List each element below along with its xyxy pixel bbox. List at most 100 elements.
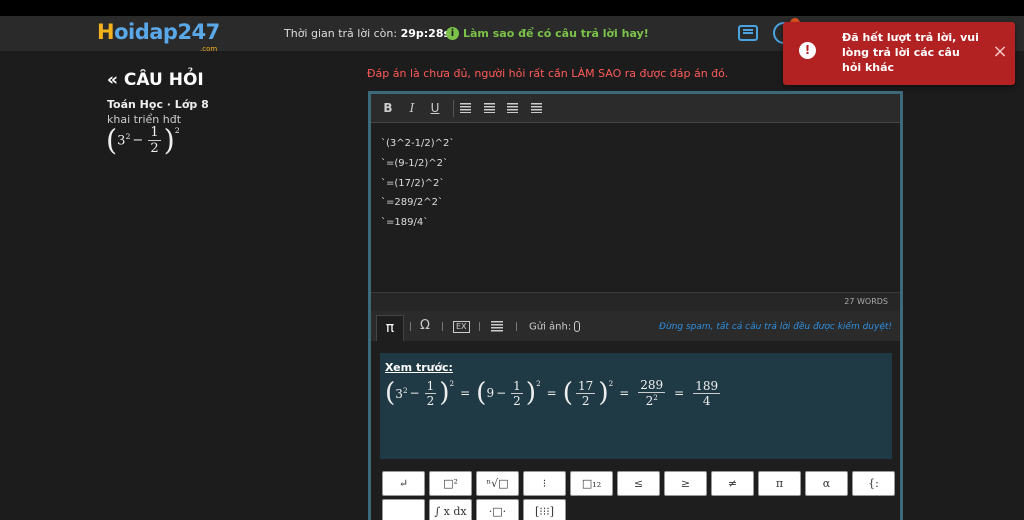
t2-outer-exp: 2	[536, 379, 541, 388]
align-left-button[interactable]	[457, 100, 473, 116]
matrix-key[interactable]: [⁝⁝⁝]	[523, 499, 566, 520]
dot-key[interactable]: ·□·	[476, 499, 519, 520]
align-center-button[interactable]	[481, 100, 497, 116]
equals-sign: =	[546, 386, 557, 400]
system-key[interactable]: {:	[852, 471, 895, 496]
info-icon: i	[446, 27, 459, 40]
send-image-button[interactable]: Gửi ảnh:	[529, 321, 581, 333]
close-icon[interactable]: ×	[992, 43, 1008, 61]
bold-button[interactable]: B	[380, 100, 396, 116]
pi-tab[interactable]: π	[376, 315, 404, 341]
browser-top-strip	[0, 0, 1024, 16]
toolbar-divider	[453, 100, 454, 117]
toolbar-divider	[410, 322, 411, 331]
editor-line: `=189/4`	[381, 217, 429, 229]
math-base: 32	[117, 132, 131, 149]
pi-key[interactable]: π	[758, 471, 801, 496]
not-equal-key[interactable]: ≠	[711, 471, 754, 496]
math-key[interactable]	[382, 499, 425, 520]
editor-content[interactable]: `(3^2-1/2)^2` `=(9-1/2)^2` `=(17/2)^2` `…	[381, 134, 454, 233]
editor-line: `(3^2-1/2)^2`	[381, 138, 455, 149]
less-equal-key[interactable]: ≤	[617, 471, 660, 496]
math-fraction: 12	[148, 125, 161, 156]
format-icon[interactable]	[491, 321, 503, 332]
question-subject: Toán Học · Lớp 8	[107, 98, 209, 111]
align-center-icon	[483, 103, 495, 113]
math-keys-row-2: ∫ x dx ·□· [⁝⁝⁝]	[382, 499, 566, 520]
t3-outer-exp: 2	[608, 379, 614, 388]
t2-fraction: 12	[511, 378, 523, 408]
toolbar-divider	[479, 322, 480, 331]
align-left-icon	[459, 103, 471, 113]
t5-fraction: 189 4	[693, 378, 721, 408]
omega-icon[interactable]: Ω	[420, 319, 430, 333]
subscript-key[interactable]: □₁₂	[570, 471, 613, 496]
send-image-label: Gửi ảnh:	[529, 321, 572, 333]
integral-key[interactable]: ∫ x dx	[429, 499, 472, 520]
t1-fraction: 12	[424, 378, 437, 408]
paperclip-icon	[574, 321, 581, 332]
answer-timer: Thời gian trả lời còn: 29p:28s	[284, 27, 450, 40]
preview-box: Xem trước: ( 32 − 12 ) 2 = ( 9 − 12 ) 2 …	[380, 353, 892, 459]
t1-base: 32	[395, 385, 408, 401]
greater-equal-key[interactable]: ≥	[664, 471, 707, 496]
example-icon[interactable]: EX	[453, 321, 470, 333]
toast-message: Đã hết lượt trả lời, vui lòng trả lời cá…	[842, 31, 979, 74]
timer-label: Thời gian trả lời còn:	[284, 27, 398, 40]
editor-toolbar: B I U	[371, 94, 900, 123]
math-paren-open: (	[106, 123, 118, 158]
logo-h: H	[97, 20, 115, 44]
math-keys-row-1: ↵ □² ⁿ√□ ⁝ □₁₂ ≤ ≥ ≠ π α {:	[382, 471, 895, 496]
alpha-key[interactable]: α	[805, 471, 848, 496]
paren: (	[476, 376, 487, 408]
howto-text: Làm sao để có câu trả lời hay!	[463, 27, 649, 40]
page-title[interactable]: « CÂU HỎI	[107, 70, 204, 90]
t2-minus: −	[496, 386, 507, 400]
t3-fraction: 17 2	[576, 378, 596, 408]
chat-icon[interactable]	[738, 25, 758, 41]
page-title-text: CÂU HỎI	[123, 70, 204, 90]
justify-icon	[530, 103, 542, 113]
word-count: 27 WORDS	[844, 297, 888, 306]
howto-link[interactable]: i Làm sao để có câu trả lời hay!	[446, 27, 649, 40]
editor-statusbar: 27 WORDS	[371, 292, 900, 311]
equals-sign: =	[619, 386, 630, 400]
back-chevron-icon: «	[107, 70, 118, 90]
app-root: Hoidap247 .com Thời gian trả lời còn: 29…	[0, 0, 1024, 520]
t1-minus: −	[409, 386, 420, 400]
toolbar-divider	[442, 322, 443, 331]
enter-key[interactable]: ↵	[382, 471, 425, 496]
error-toast: ! Đã hết lượt trả lời, vui lòng trả lời …	[783, 22, 1015, 85]
warning-text: Đáp án là chưa đủ, người hỏi rất cần LÀM…	[367, 67, 729, 80]
fraction-key[interactable]: ⁝	[523, 471, 566, 496]
paren: )	[598, 376, 609, 408]
math-paren-close: )	[163, 123, 175, 158]
align-right-button[interactable]	[504, 100, 520, 116]
answer-editor[interactable]: B I U `(3^2-1/2)^2` `=(9-1/2)^2` `=(17/2…	[368, 91, 903, 311]
math-minus: −	[132, 133, 144, 148]
paren: (	[385, 376, 396, 408]
underline-button[interactable]: U	[427, 100, 443, 116]
site-logo[interactable]: Hoidap247 .com	[97, 19, 220, 53]
nth-root-key[interactable]: ⁿ√□	[476, 471, 519, 496]
math-outer-exp: 2	[174, 126, 180, 135]
italic-button[interactable]: I	[404, 100, 420, 116]
alert-icon: !	[799, 42, 816, 59]
preview-math: ( 32 − 12 ) 2 = ( 9 − 12 ) 2 = ( 17 2 ) 2…	[385, 379, 723, 407]
editor-line: `=289/2^2`	[381, 197, 443, 209]
t4-fraction: 289 22	[638, 378, 666, 408]
paren: )	[439, 376, 450, 408]
preview-label: Xem trước:	[385, 361, 453, 374]
equals-sign: =	[460, 386, 471, 400]
math-panel: Xem trước: ( 32 − 12 ) 2 = ( 9 − 12 ) 2 …	[368, 341, 903, 520]
editor-line: `=(17/2)^2`	[381, 177, 445, 189]
question-math: ( 32 − 12 ) 2	[106, 126, 180, 155]
timer-value: 29p:28s	[400, 27, 451, 40]
editor-line: `=(9-1/2)^2`	[381, 157, 448, 169]
spam-notice: Đừng spam, tất cả câu trả lời đều được k…	[659, 322, 892, 332]
logo-com: .com	[200, 45, 218, 53]
square-key[interactable]: □²	[429, 471, 472, 496]
t2-a: 9	[486, 386, 495, 400]
justify-button[interactable]	[528, 100, 544, 116]
paren: (	[562, 376, 574, 408]
